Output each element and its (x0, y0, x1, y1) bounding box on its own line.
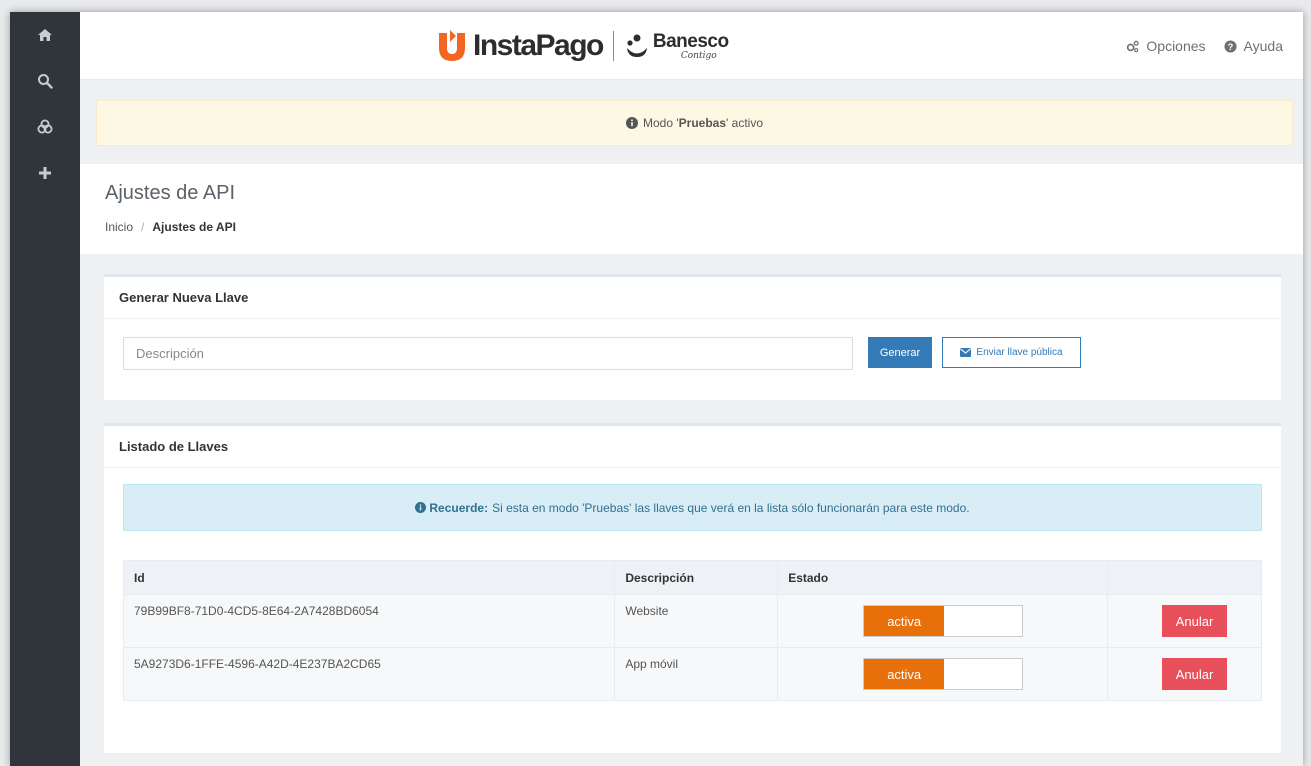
help-link[interactable]: ? Ayuda (1224, 38, 1283, 54)
logo-divider (612, 31, 614, 61)
revoke-key-button[interactable]: Anular (1162, 605, 1228, 637)
mode-alert-prefix: Modo ' (643, 116, 679, 130)
table-row: 5A9273D6-1FFE-4596-A42D-4E237BA2CD65 App… (122, 647, 1262, 701)
keys-table-header: Id Descripción Estado (122, 560, 1262, 595)
table-row: 79B99BF8-71D0-4CD5-8E64-2A7428BD6054 Web… (122, 594, 1262, 648)
breadcrumb-separator: / (141, 220, 145, 234)
keys-list-card: Listado de Llaves Recuerde: Si esta en m… (104, 423, 1281, 753)
gears-icon (1127, 40, 1140, 52)
banesco-logo: Banesco Contigo (624, 32, 729, 61)
page-header: Ajustes de API Inicio / Ajustes de API (80, 164, 1303, 254)
keys-notice-bold: Recuerde: (429, 500, 489, 515)
sidebar-item-home[interactable] (10, 12, 80, 58)
plus-icon (39, 167, 51, 179)
help-label: Ayuda (1243, 38, 1283, 54)
home-icon (38, 29, 52, 41)
key-id: 79B99BF8-71D0-4CD5-8E64-2A7428BD6054 (122, 594, 616, 648)
breadcrumb: Inicio / Ajustes de API (105, 220, 236, 234)
banesco-tagline: Contigo (680, 50, 717, 61)
sidebar-item-add[interactable] (10, 150, 80, 196)
info-circle-icon (415, 502, 427, 513)
key-description: Website (614, 594, 779, 648)
column-header-state: Estado (777, 560, 1109, 595)
generate-key-card: Generar Nueva Llave Generar Enviar llave… (104, 274, 1281, 400)
banesco-mark-icon (626, 34, 647, 57)
keys-notice-text: Si esta en modo 'Pruebas' las llaves que… (492, 500, 970, 515)
mode-alert-suffix: ' activo (726, 116, 763, 130)
generate-button[interactable]: Generar (868, 337, 932, 368)
question-circle-icon: ? (1224, 39, 1237, 53)
instapago-wordmark: InstaPago (473, 29, 604, 62)
breadcrumb-current: Ajustes de API (152, 220, 236, 234)
envelope-icon (960, 348, 972, 357)
sidebar (10, 12, 80, 766)
search-icon (38, 74, 53, 89)
options-link[interactable]: Opciones (1126, 38, 1206, 54)
keys-notice: Recuerde: Si esta en modo 'Pruebas' las … (123, 484, 1262, 531)
key-state-label: activa (864, 606, 945, 636)
column-header-actions (1107, 560, 1262, 595)
key-state-toggle[interactable]: activa (863, 605, 1024, 637)
keys-table: Id Descripción Estado 79B99BF8-71D0-4CD5… (122, 560, 1262, 701)
info-circle-icon (626, 117, 638, 129)
mode-alert: Modo ' Pruebas ' activo (96, 100, 1293, 146)
banesco-wordmark: Banesco (652, 30, 729, 52)
sidebar-item-search[interactable] (10, 58, 80, 104)
key-state-label: activa (864, 659, 945, 689)
sidebar-item-cubes[interactable] (10, 104, 80, 150)
column-header-id: Id (122, 560, 616, 595)
top-bar: InstaPago Banesco Contigo Opciones ? Ayu… (80, 12, 1303, 80)
cubes-icon (37, 119, 53, 134)
instapago-logo-icon (439, 30, 465, 61)
mode-alert-mode: Pruebas (678, 116, 727, 130)
send-public-key-label: Enviar llave pública (976, 347, 1063, 358)
generate-key-title: Generar Nueva Llave (104, 277, 1281, 319)
keys-list-title: Listado de Llaves (104, 426, 1281, 468)
brand-logo[interactable]: InstaPago Banesco Contigo (435, 26, 729, 66)
breadcrumb-home-link[interactable]: Inicio (105, 220, 133, 234)
page-title: Ajustes de API (105, 182, 236, 204)
key-state-toggle[interactable]: activa (863, 658, 1024, 690)
column-header-description: Descripción (614, 560, 779, 595)
send-public-key-button[interactable]: Enviar llave pública (942, 337, 1081, 368)
options-label: Opciones (1146, 38, 1206, 54)
key-description: App móvil (614, 647, 779, 701)
app-window: InstaPago Banesco Contigo Opciones ? Ayu… (10, 12, 1303, 766)
svg-text:?: ? (1227, 41, 1233, 51)
description-input[interactable] (123, 337, 853, 370)
revoke-key-button[interactable]: Anular (1162, 658, 1228, 690)
key-id: 5A9273D6-1FFE-4596-A42D-4E237BA2CD65 (122, 647, 616, 701)
